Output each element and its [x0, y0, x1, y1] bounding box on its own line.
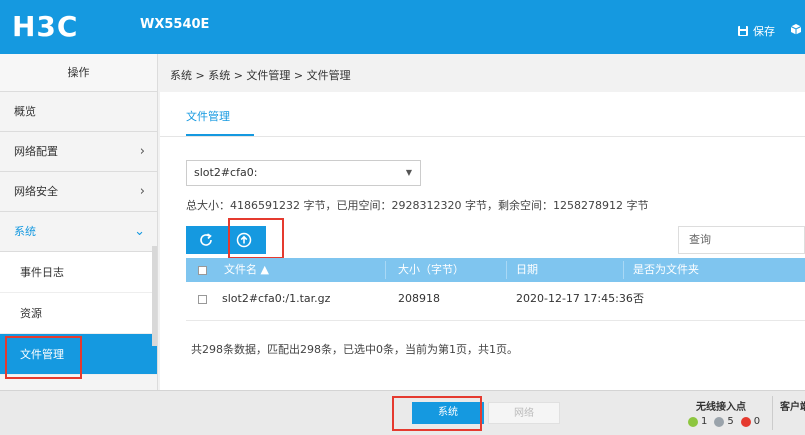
device-model: WX5540E [140, 17, 210, 32]
column-header-is-folder[interactable]: 是否为文件夹 [633, 258, 699, 282]
ap-status-counts[interactable]: 1 5 0 [688, 416, 760, 427]
select-all-checkbox[interactable] [198, 265, 207, 278]
sidebar-subitem-resources[interactable]: 资源 [0, 293, 157, 334]
storage-select[interactable]: slot2#cfa0: ▼ [186, 160, 421, 186]
cell-date: 2020-12-17 17:45:36 [516, 292, 633, 305]
status-divider [772, 396, 773, 430]
tab-file-management[interactable]: 文件管理 [186, 108, 230, 124]
sidebar-subitem-event-log[interactable]: 事件日志 [0, 252, 157, 293]
sidebar-item-overview[interactable]: 概览 [0, 92, 157, 132]
refresh-icon [200, 233, 212, 246]
box-icon [790, 24, 802, 35]
row-checkbox[interactable] [198, 294, 207, 307]
chevron-down-icon: ⌄ [134, 224, 145, 239]
online-status-icon [688, 416, 698, 427]
search-input[interactable]: 查询 [678, 226, 805, 254]
ap-idle-count: 5 [727, 416, 734, 427]
chevron-right-icon: › [139, 184, 145, 199]
sidebar-item-system[interactable]: 系统 ⌄ [0, 212, 157, 252]
sidebar-item-network-config[interactable]: 网络配置 › [0, 132, 157, 172]
sidebar-scrollbar[interactable] [152, 246, 157, 346]
chevron-right-icon: › [139, 144, 145, 159]
cell-filename: slot2#cfa0:/1.tar.gz [222, 292, 331, 305]
sidebar-item-label: 系统 [14, 225, 36, 238]
column-divider [385, 261, 386, 279]
highlight-box-file-management [5, 336, 82, 379]
sidebar-item-label: 网络安全 [14, 185, 58, 198]
sidebar-item-label: 概览 [14, 105, 36, 118]
sidebar-item-network-security[interactable]: 网络安全 › [0, 172, 157, 212]
save-icon [738, 26, 748, 36]
storage-select-value: slot2#cfa0: [194, 166, 258, 179]
breadcrumb: 系统 > 系统 > 文件管理 > 文件管理 [170, 69, 351, 82]
package-button[interactable] [790, 23, 802, 35]
top-bar: H3C WX5540E 保存 [0, 0, 805, 54]
save-button[interactable]: 保存 [737, 23, 775, 39]
idle-status-icon [714, 416, 725, 427]
ap-status-title: 无线接入点 [696, 402, 746, 413]
client-status-title: 客户端 [780, 402, 805, 413]
column-divider [623, 261, 624, 279]
column-divider [506, 261, 507, 279]
cell-is-folder: 否 [633, 292, 644, 305]
refresh-button[interactable] [196, 230, 216, 250]
sidebar-title: 操作 [0, 54, 157, 92]
h3c-logo: H3C [12, 10, 79, 43]
row-divider [186, 320, 805, 321]
dropdown-caret-icon: ▼ [405, 168, 412, 177]
column-header-date[interactable]: 日期 [516, 258, 538, 282]
search-placeholder: 查询 [689, 233, 711, 246]
bottom-tab-network[interactable]: 网络 [488, 402, 560, 424]
tab-divider [160, 136, 805, 137]
column-header-size[interactable]: 大小（字节） [398, 258, 464, 282]
table-header: 文件名 ▲ 大小（字节） 日期 是否为文件夹 [186, 258, 805, 282]
storage-usage-text: 总大小：4186591232 字节，已用空间：2928312320 字节，剩余空… [186, 199, 649, 212]
table-row[interactable]: slot2#cfa0:/1.tar.gz 208918 2020-12-17 1… [186, 284, 805, 314]
table-summary: 共298条数据，匹配出298条，已选中0条，当前为第1页，共1页。 [191, 343, 518, 356]
cell-size: 208918 [398, 292, 440, 305]
column-header-filename[interactable]: 文件名 ▲ [224, 258, 269, 282]
highlight-box-upload [228, 218, 284, 259]
save-label: 保存 [753, 25, 775, 38]
ap-alarm-count: 0 [753, 416, 761, 427]
alarm-status-icon [740, 416, 751, 427]
highlight-box-system-tab [392, 396, 482, 431]
ap-online-count: 1 [701, 416, 708, 427]
sidebar-item-label: 网络配置 [14, 145, 58, 158]
